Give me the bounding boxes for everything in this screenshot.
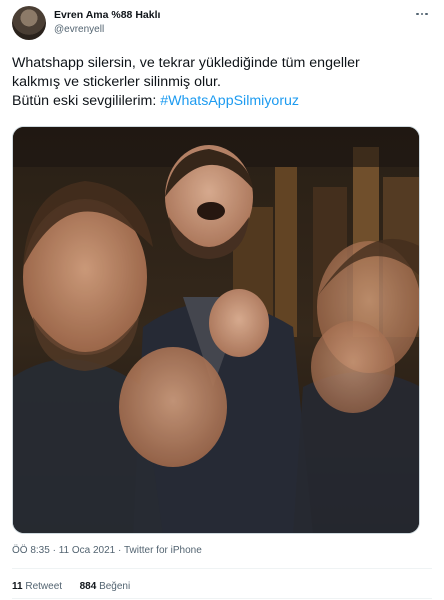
tweet-stats: 11 Retweet 884 Beğeni bbox=[12, 581, 130, 592]
tweet-meta: ÖÖ 8:35 · 11 Oca 2021 · Twitter for iPho… bbox=[12, 545, 202, 556]
author-handle[interactable]: @evrenyell bbox=[54, 24, 104, 35]
hashtag-link[interactable]: #WhatsAppSilmiyoruz bbox=[160, 93, 299, 109]
tweet-card: Evren Ama %88 Haklı @evrenyell Whatshapp… bbox=[0, 0, 444, 600]
tweet-time[interactable]: ÖÖ 8:35 bbox=[12, 545, 50, 556]
like-count: 884 bbox=[79, 581, 97, 592]
more-horizontal-icon[interactable] bbox=[414, 8, 430, 20]
tweet-image[interactable] bbox=[12, 126, 420, 534]
meta-separator: · bbox=[115, 545, 124, 556]
avatar[interactable] bbox=[12, 6, 46, 40]
tweet-text-line: Whatshapp silersin, ve tekrar yüklediğin… bbox=[12, 55, 360, 71]
retweet-label: Retweet bbox=[25, 581, 63, 592]
tweet-text: Whatshapp silersin, ve tekrar yüklediğin… bbox=[12, 54, 432, 111]
tweet-text-line: kalkmış ve stickerler silinmiş olur. bbox=[12, 74, 221, 90]
retweet-count: 11 bbox=[12, 581, 23, 592]
photo-illustration bbox=[13, 127, 419, 533]
tweet-source[interactable]: Twitter for iPhone bbox=[124, 545, 202, 556]
author-name[interactable]: Evren Ama %88 Haklı bbox=[54, 9, 160, 21]
divider bbox=[12, 598, 432, 599]
tweet-date[interactable]: 11 Oca 2021 bbox=[59, 545, 116, 556]
tweet-text-line: Bütün eski sevgililerim: #WhatsAppSilmiy… bbox=[12, 92, 432, 111]
divider bbox=[12, 568, 432, 569]
retweet-stat[interactable]: 11 Retweet bbox=[12, 581, 62, 592]
like-label: Beğeni bbox=[99, 581, 131, 592]
tweet-text-prefix: Bütün eski sevgililerim: bbox=[12, 93, 161, 109]
meta-separator: · bbox=[49, 545, 59, 556]
like-stat[interactable]: 884 Beğeni bbox=[80, 581, 131, 592]
